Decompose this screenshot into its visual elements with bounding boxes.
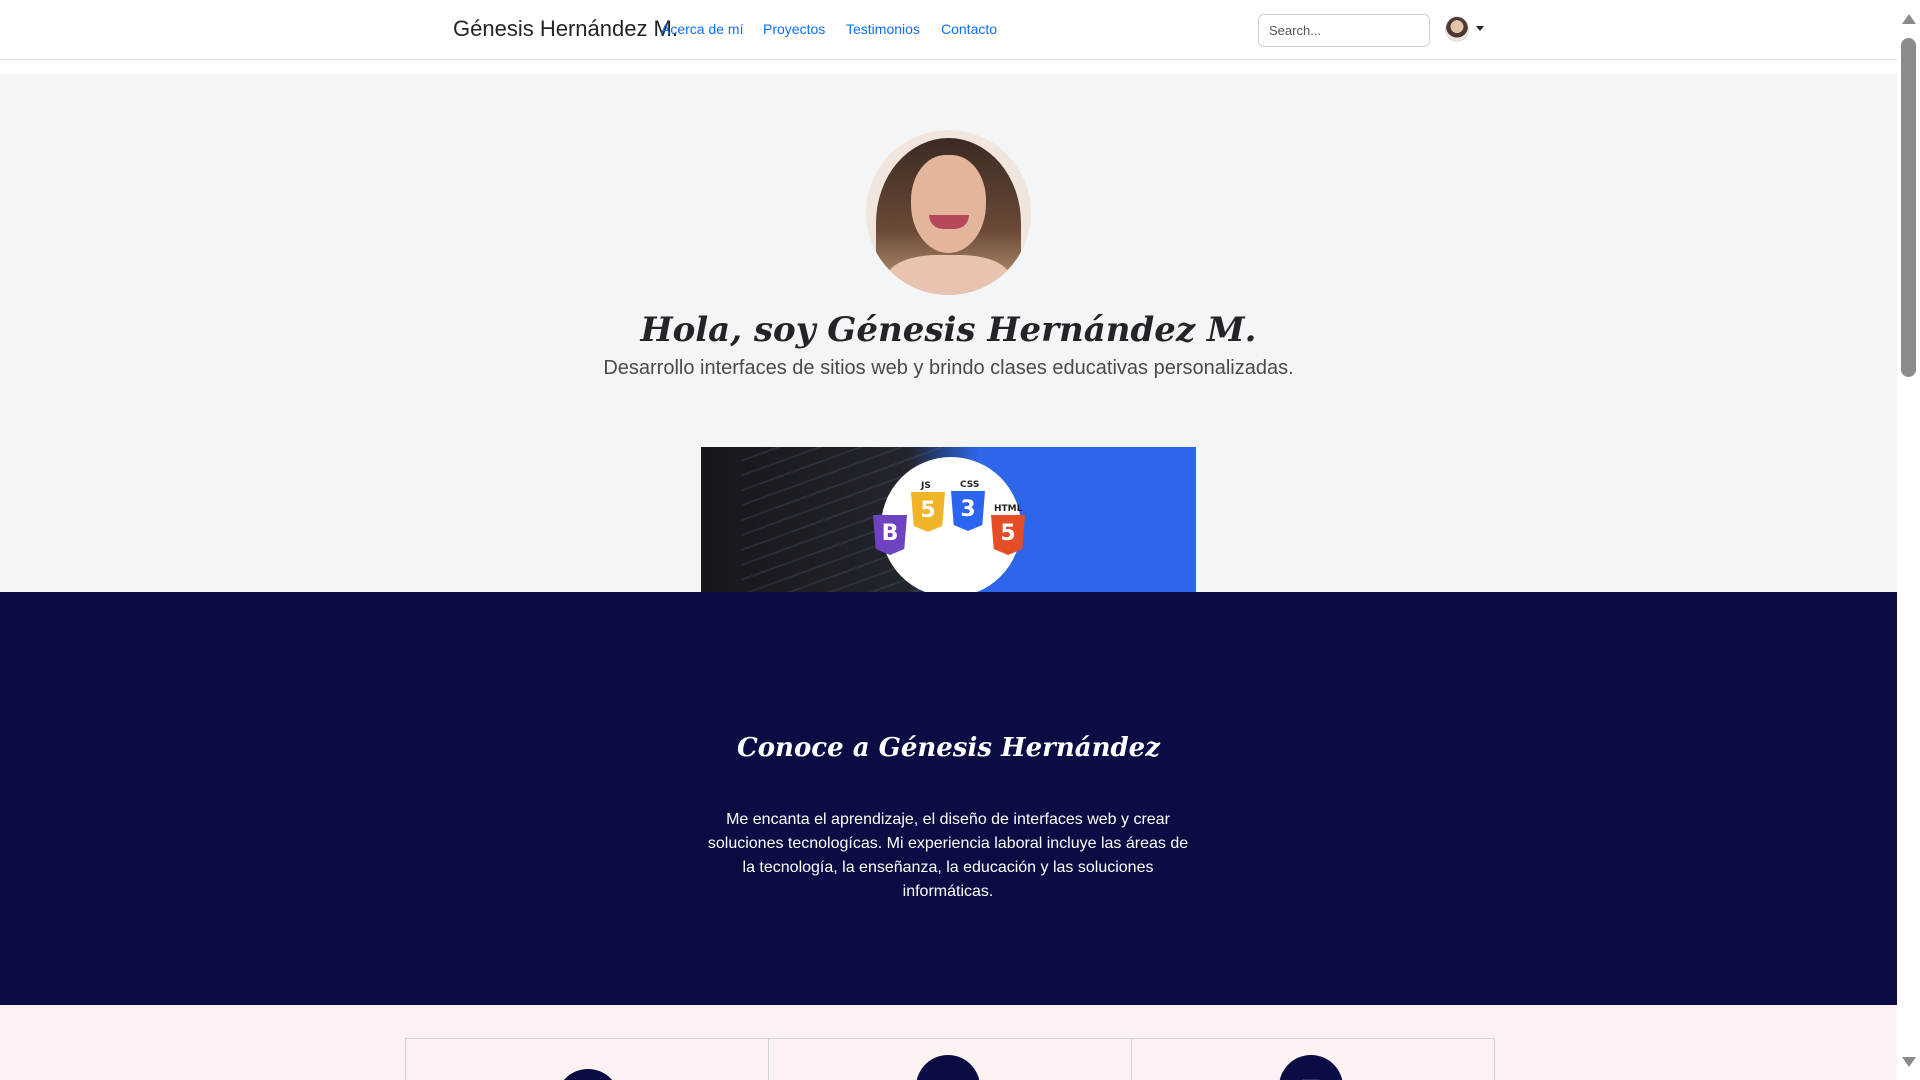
nav-link-contacto[interactable]: Contacto: [941, 21, 997, 37]
service-circle-icon: [556, 1069, 620, 1080]
page: Génesis Hernández M. Acerca de mí Proyec…: [0, 0, 1897, 1080]
hero-subtitle: Desarrollo interfaces de sitios web y br…: [603, 357, 1294, 379]
service-card: [405, 1038, 769, 1080]
about-text: Me encanta el aprendizaje, el diseño de …: [707, 811, 1189, 900]
profile-photo: [866, 130, 1031, 295]
css3-icon: 3: [951, 491, 985, 531]
user-avatar-icon: [1445, 16, 1469, 42]
book-icon: ◫: [1279, 1055, 1343, 1080]
scroll-thumb[interactable]: [1901, 38, 1916, 377]
js-icon: 5: [911, 492, 945, 532]
css-label: CSS: [960, 480, 980, 490]
bootstrap-icon: B: [873, 515, 907, 555]
chevron-down-icon: [1476, 26, 1484, 31]
scroll-down-icon[interactable]: [1902, 1057, 1916, 1067]
scroll-up-icon[interactable]: [1902, 14, 1916, 24]
tech-banner-image: B JS 5 CSS 3 HTML 5: [701, 447, 1196, 592]
js-label: JS: [921, 481, 931, 491]
browser-viewport: Génesis Hernández M. Acerca de mí Proyec…: [0, 0, 1920, 1080]
nav-link-acerca[interactable]: Acerca de mí: [661, 21, 743, 37]
search-input[interactable]: [1258, 14, 1430, 47]
html5-icon: 5: [991, 515, 1025, 555]
about-title: Conoce a Génesis Hernández: [737, 733, 1160, 763]
nav-link-proyectos[interactable]: Proyectos: [763, 21, 825, 37]
laptop-icon: ▭: [916, 1055, 980, 1080]
hero-title: Hola, soy Génesis Hernández M.: [640, 310, 1257, 350]
brand-link[interactable]: Génesis Hernández M.: [453, 16, 678, 42]
hero-section: Hola, soy Génesis Hernández M. Desarroll…: [0, 74, 1897, 592]
navbar: Génesis Hernández M. Acerca de mí Proyec…: [0, 0, 1897, 60]
user-menu-button[interactable]: [1445, 16, 1485, 44]
page-scrollbar[interactable]: [1897, 0, 1920, 1080]
services-section: ▭ ◫: [0, 1005, 1897, 1080]
html-label: HTML: [994, 504, 1023, 514]
service-card: ◫: [1131, 1038, 1495, 1080]
nav-link-testimonios[interactable]: Testimonios: [846, 21, 920, 37]
about-section: Conoce a Génesis Hernández Me encanta el…: [0, 592, 1897, 1005]
service-card: ▭: [768, 1038, 1132, 1080]
